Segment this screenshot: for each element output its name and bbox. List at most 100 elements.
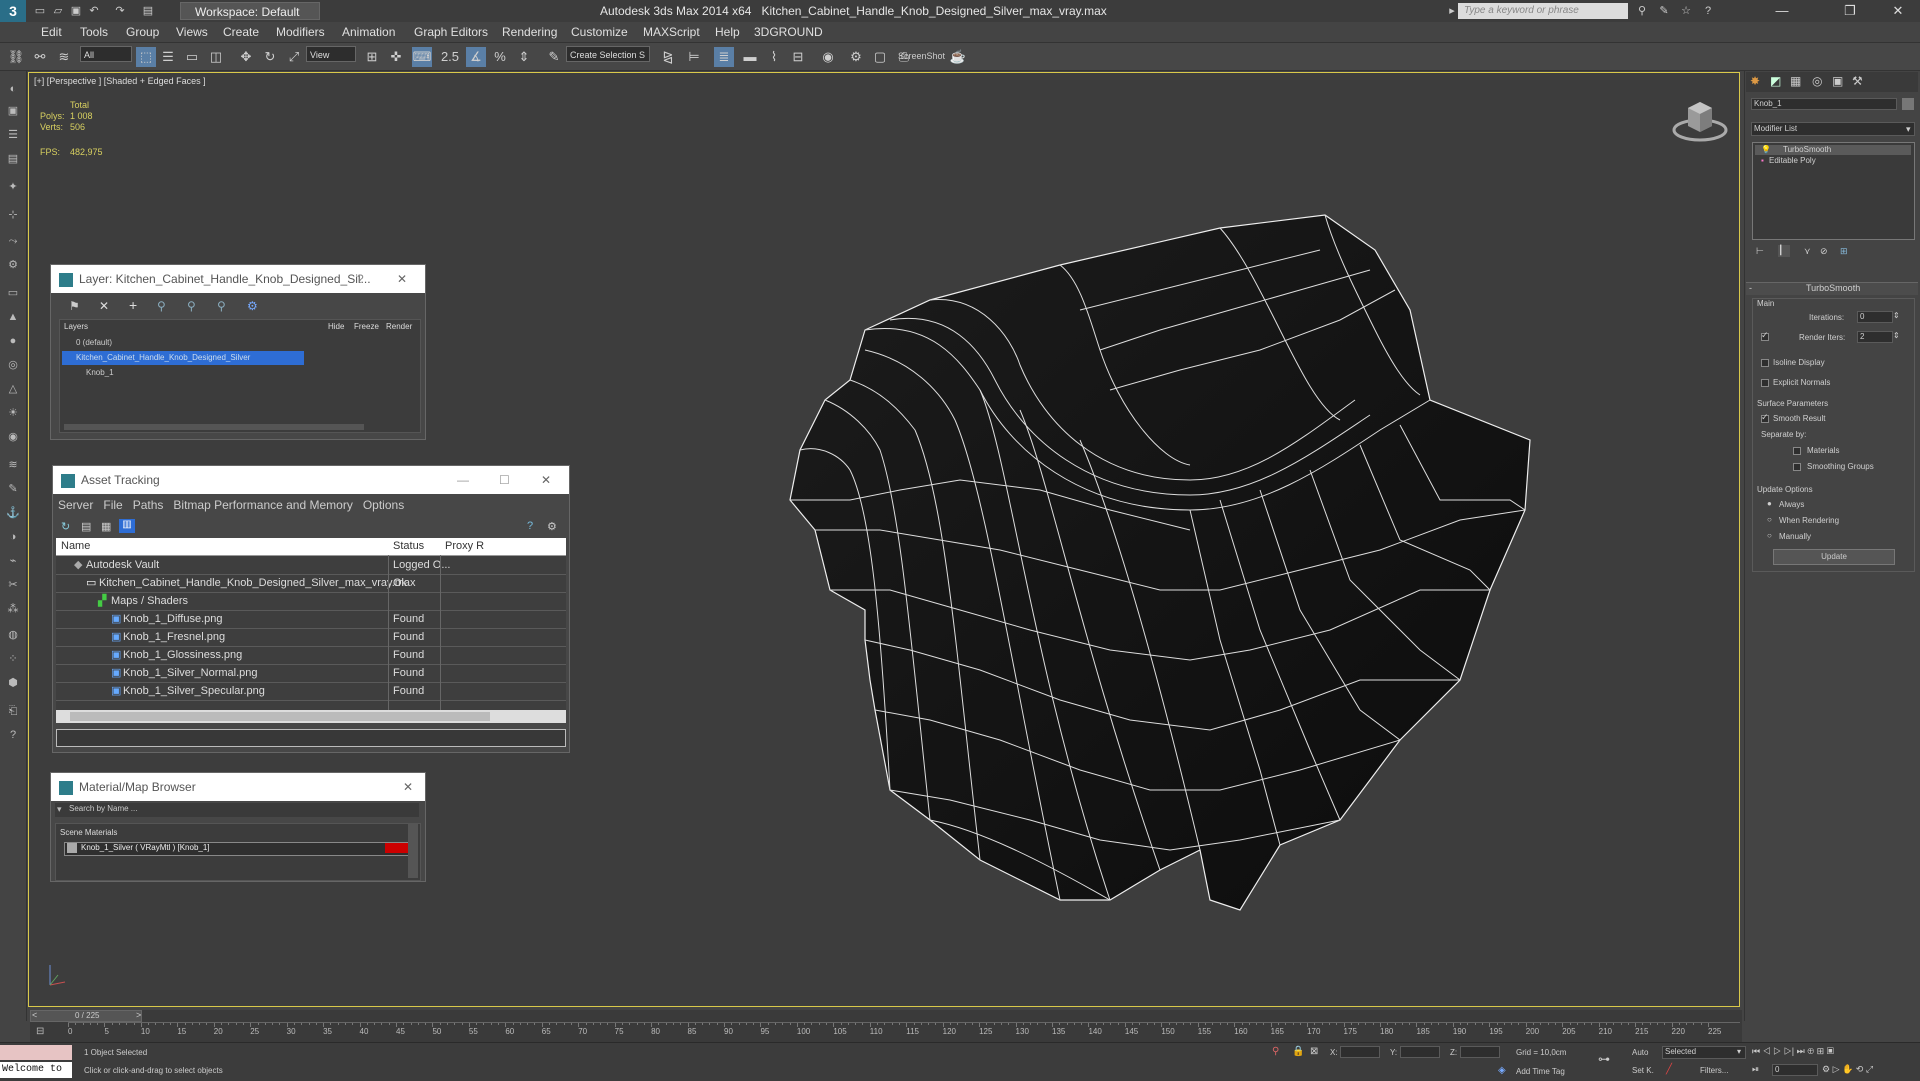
go-to-start-icon[interactable]: ⏮ xyxy=(1752,1046,1760,1056)
materials-checkbox[interactable] xyxy=(1793,447,1801,455)
asset-menu-paths[interactable]: Paths xyxy=(133,498,164,512)
time-slider[interactable]: 0 / 225 xyxy=(30,1010,142,1022)
mini-curve-editor-icon[interactable]: ⊟ xyxy=(36,1026,44,1037)
asset-scrollbar-thumb[interactable] xyxy=(70,712,490,721)
asset-menu-options[interactable]: Options xyxy=(363,498,404,512)
go-to-end-icon[interactable]: ⏭ xyxy=(1797,1046,1805,1056)
orbit-icon[interactable]: ⟲ xyxy=(1856,1064,1864,1074)
create-layer-icon[interactable]: ⚑ xyxy=(69,299,80,313)
rendered-frame-icon[interactable]: ▢ xyxy=(870,47,890,67)
zoom-icon[interactable]: ⊕ xyxy=(1807,1046,1814,1056)
asset-horizontal-scrollbar[interactable] xyxy=(56,710,566,723)
layer-dialog-titlebar[interactable]: Layer: Kitchen_Cabinet_Handle_Knob_Desig… xyxy=(51,265,425,293)
time-slider-prev-icon[interactable]: < xyxy=(32,1010,37,1020)
current-frame-field[interactable]: 0 xyxy=(1772,1064,1818,1076)
x-coord-field[interactable] xyxy=(1340,1046,1380,1058)
always-radio[interactable]: ● xyxy=(1767,499,1772,508)
scale-icon[interactable]: ⤢ xyxy=(284,47,304,67)
ribbon-icon[interactable]: ⌁ xyxy=(4,552,22,570)
asset-table-view-icon[interactable]: ▥ xyxy=(119,519,135,533)
asset-row[interactable]: ▣ Knob_1_Silver_Normal.png Found xyxy=(56,664,566,683)
pin-stack-icon[interactable]: ⊢ xyxy=(1756,246,1764,257)
scene-explorer-icon[interactable]: ☰ xyxy=(4,126,22,144)
explicit-normals-checkbox[interactable] xyxy=(1761,379,1769,387)
zoom-all-icon[interactable]: ⊞ xyxy=(1817,1046,1825,1056)
menu-graph-editors[interactable]: Graph Editors xyxy=(414,22,488,42)
highlight-layer-icon[interactable]: ⚲ xyxy=(187,299,196,313)
lightbulb-icon[interactable]: 💡 xyxy=(1761,145,1771,154)
motion-icon[interactable]: ◑ xyxy=(4,528,22,546)
hierarchy-tab-icon[interactable]: ▦ xyxy=(1790,74,1801,88)
asset-list-view-icon[interactable]: ▤ xyxy=(81,520,91,533)
smoothing-groups-checkbox[interactable] xyxy=(1793,463,1801,471)
key-filters-button[interactable]: Filters... xyxy=(1700,1066,1728,1075)
material-browser-close-button[interactable]: ✕ xyxy=(403,773,413,801)
spinner-snap-icon[interactable]: ⇕ xyxy=(514,47,534,67)
when-rendering-radio[interactable]: ○ xyxy=(1767,515,1772,524)
teapot-render-icon[interactable]: ☕ xyxy=(948,47,968,67)
redo-icon[interactable]: ↷ xyxy=(112,3,128,19)
scatter-icon[interactable]: ⁂ xyxy=(4,600,22,618)
help-icon[interactable]: ? xyxy=(1700,3,1716,19)
isolate-selection-icon[interactable]: ⚲ xyxy=(1272,1046,1279,1057)
bind-spacewarp-icon[interactable]: ≋ xyxy=(54,47,74,67)
timeline-ruler[interactable]: 0 5 10 15 20 25 30 35 40 45 50 55 60 65 70 75 80 85 90 95 10… xyxy=(68,1022,1740,1043)
open-file-icon[interactable]: ▱ xyxy=(50,3,66,19)
configure-modifier-icon[interactable]: ⊞ xyxy=(1840,246,1848,257)
globe-icon[interactable]: ◍ xyxy=(4,626,22,644)
auto-key-button[interactable]: Auto xyxy=(1632,1048,1648,1057)
menu-rendering[interactable]: Rendering xyxy=(502,22,557,42)
layer-dialog-close-button[interactable]: ✕ xyxy=(397,265,407,293)
graphite-ribbon-icon[interactable]: ▬ xyxy=(740,47,760,67)
asset-row[interactable]: ▣ Knob_1_Diffuse.png Found xyxy=(56,610,566,629)
viewport-layout-icon[interactable]: ◐ xyxy=(4,80,22,98)
pivot-center-icon[interactable]: ⊞ xyxy=(362,47,382,67)
material-browser-titlebar[interactable]: Material/Map Browser ✕ xyxy=(51,773,425,801)
time-config-icon[interactable]: ⚙ xyxy=(1822,1064,1830,1074)
fov-icon[interactable]: ▷ xyxy=(1833,1064,1840,1074)
render-iters-spinner[interactable]: 2 xyxy=(1857,331,1893,343)
move-icon[interactable]: ✥ xyxy=(236,47,256,67)
iterations-spinner[interactable]: 0 xyxy=(1857,311,1893,323)
hide-all-layers-icon[interactable]: ⚲ xyxy=(217,299,226,313)
lock-selection-icon[interactable]: 🔒 xyxy=(1292,1046,1304,1057)
maxscript-listener-pink[interactable] xyxy=(0,1045,72,1060)
spacewarp-icon[interactable]: ⤳ xyxy=(4,232,22,250)
container-icon[interactable]: ▣ xyxy=(4,102,22,120)
percent-snap-icon[interactable]: % xyxy=(490,47,510,67)
menu-views[interactable]: Views xyxy=(176,22,208,42)
render-setup-icon[interactable]: ⚙ xyxy=(846,47,866,67)
object-color-swatch[interactable] xyxy=(1902,98,1914,110)
asset-row[interactable]: ▣ Knob_1_Glossiness.png Found xyxy=(56,646,566,665)
curve-editor-icon[interactable]: ⌇ xyxy=(764,47,784,67)
remove-modifier-icon[interactable]: ⊘ xyxy=(1820,246,1828,257)
modifier-stack-item[interactable]: ▪ Editable Poly xyxy=(1755,156,1911,166)
cylinder-primitive-icon[interactable]: ◉ xyxy=(4,428,22,446)
layer-row[interactable]: 0 (default) xyxy=(76,338,112,347)
help-search-input[interactable]: Type a keyword or phrase xyxy=(1458,3,1628,19)
menu-edit[interactable]: Edit xyxy=(41,22,62,42)
add-to-layer-icon[interactable]: + xyxy=(129,297,137,313)
knob-wireframe-model[interactable] xyxy=(780,210,1540,920)
paint-icon[interactable]: ✎ xyxy=(4,480,22,498)
menu-3dground[interactable]: 3DGROUND xyxy=(754,22,823,42)
menu-maxscript[interactable]: MAXScript xyxy=(643,22,700,42)
update-button[interactable]: Update xyxy=(1773,549,1895,565)
script-icon[interactable]: ⎗ xyxy=(4,702,22,720)
previous-frame-icon[interactable]: ◁ xyxy=(1763,1046,1771,1056)
particle-icon[interactable]: ⁘ xyxy=(4,650,22,668)
asset-refresh-icon[interactable]: ↻ xyxy=(61,520,70,533)
menu-tools[interactable]: Tools xyxy=(80,22,108,42)
asset-row[interactable]: ▭ Kitchen_Cabinet_Handle_Knob_Designed_S… xyxy=(56,574,566,593)
mirror-icon[interactable]: ⧎ xyxy=(658,47,678,67)
material-search-input[interactable]: ▾ Search by Name ... xyxy=(55,803,419,817)
star-icon[interactable]: ☆ xyxy=(1678,3,1694,19)
select-layer-icon[interactable]: ⚲ xyxy=(157,299,166,313)
tools-icon[interactable]: ✎ xyxy=(1656,3,1672,19)
material-editor-icon[interactable]: ◉ xyxy=(818,47,838,67)
object-name-field[interactable]: Knob_1 xyxy=(1751,98,1897,110)
menu-animation[interactable]: Animation xyxy=(342,22,395,42)
snaps-toggle-icon[interactable]: 2.5 xyxy=(440,47,460,67)
menu-customize[interactable]: Customize xyxy=(571,22,628,42)
make-unique-icon[interactable]: ⋎ xyxy=(1804,246,1811,257)
